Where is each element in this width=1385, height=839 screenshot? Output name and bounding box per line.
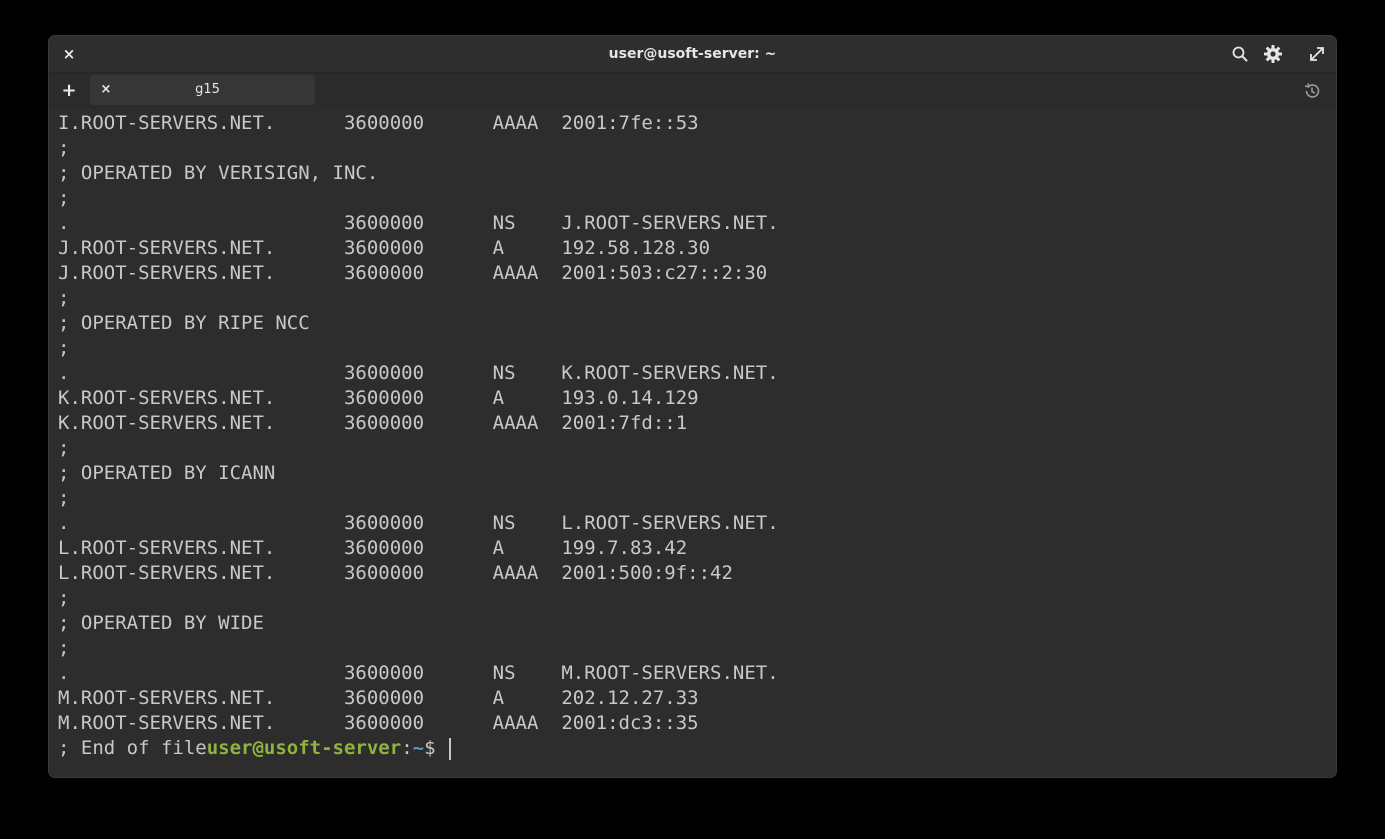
terminal-line: . 3600000 NS L.ROOT-SERVERS.NET. <box>58 512 779 534</box>
output-lines: I.ROOT-SERVERS.NET. 3600000 AAAA 2001:7f… <box>58 111 1328 736</box>
fullscreen-icon[interactable] <box>1307 44 1327 64</box>
terminal-line: ; <box>58 187 70 209</box>
terminal-line: ; <box>58 137 70 159</box>
window-title: user@usoft-server: ~ <box>608 46 777 62</box>
terminal-line: ; <box>58 337 70 359</box>
last-output: ; End of file <box>58 737 207 759</box>
terminal-line: J.ROOT-SERVERS.NET. 3600000 AAAA 2001:50… <box>58 262 768 284</box>
terminal-line: ; <box>58 587 70 609</box>
terminal-line: L.ROOT-SERVERS.NET. 3600000 AAAA 2001:50… <box>58 562 733 584</box>
terminal-line: . 3600000 NS M.ROOT-SERVERS.NET. <box>58 662 779 684</box>
prompt-user-host: user@usoft-server <box>206 737 402 759</box>
terminal-line: K.ROOT-SERVERS.NET. 3600000 AAAA 2001:7f… <box>58 412 688 434</box>
search-icon[interactable] <box>1230 44 1250 64</box>
history-icon[interactable] <box>1302 81 1322 101</box>
gear-icon[interactable] <box>1263 44 1283 64</box>
close-icon[interactable]: × <box>96 80 116 100</box>
terminal-line: ; OPERATED BY RIPE NCC <box>58 312 310 334</box>
terminal-line: ; <box>58 637 70 659</box>
plus-icon[interactable]: + <box>59 81 79 101</box>
prompt-line: ; End of fileuser@usoft-server:~$ <box>58 736 1328 761</box>
terminal-line: ; <box>58 437 70 459</box>
terminal-line: . 3600000 NS K.ROOT-SERVERS.NET. <box>58 362 779 384</box>
prompt-colon: : <box>401 737 413 759</box>
terminal-line: ; OPERATED BY WIDE <box>58 612 264 634</box>
terminal-line: ; <box>58 487 70 509</box>
terminal-line: ; <box>58 287 70 309</box>
text-cursor <box>448 737 451 760</box>
prompt-path: ~ <box>412 737 425 759</box>
terminal-line: . 3600000 NS J.ROOT-SERVERS.NET. <box>58 212 779 234</box>
tab-bar: + × g15 <box>49 73 1336 109</box>
tab-label: g15 <box>195 82 220 97</box>
terminal-line: J.ROOT-SERVERS.NET. 3600000 A 192.58.128… <box>58 237 711 259</box>
terminal-output[interactable]: I.ROOT-SERVERS.NET. 3600000 AAAA 2001:7f… <box>58 111 1328 771</box>
terminal-line: K.ROOT-SERVERS.NET. 3600000 A 193.0.14.1… <box>58 387 699 409</box>
terminal-line: M.ROOT-SERVERS.NET. 3600000 A 202.12.27.… <box>58 687 699 709</box>
terminal-line: I.ROOT-SERVERS.NET. 3600000 AAAA 2001:7f… <box>58 112 699 134</box>
terminal-line: M.ROOT-SERVERS.NET. 3600000 AAAA 2001:dc… <box>58 712 699 734</box>
terminal-window: × user@usoft-server: ~ + × g15 I.ROOT-SE… <box>49 36 1336 777</box>
prompt-symbol: $ <box>424 737 447 759</box>
titlebar: × user@usoft-server: ~ <box>49 36 1336 73</box>
tab-g15[interactable]: × g15 <box>90 75 315 105</box>
terminal-line: L.ROOT-SERVERS.NET. 3600000 A 199.7.83.4… <box>58 537 688 559</box>
terminal-line: ; OPERATED BY ICANN <box>58 462 276 484</box>
terminal-line: ; OPERATED BY VERISIGN, INC. <box>58 162 379 184</box>
